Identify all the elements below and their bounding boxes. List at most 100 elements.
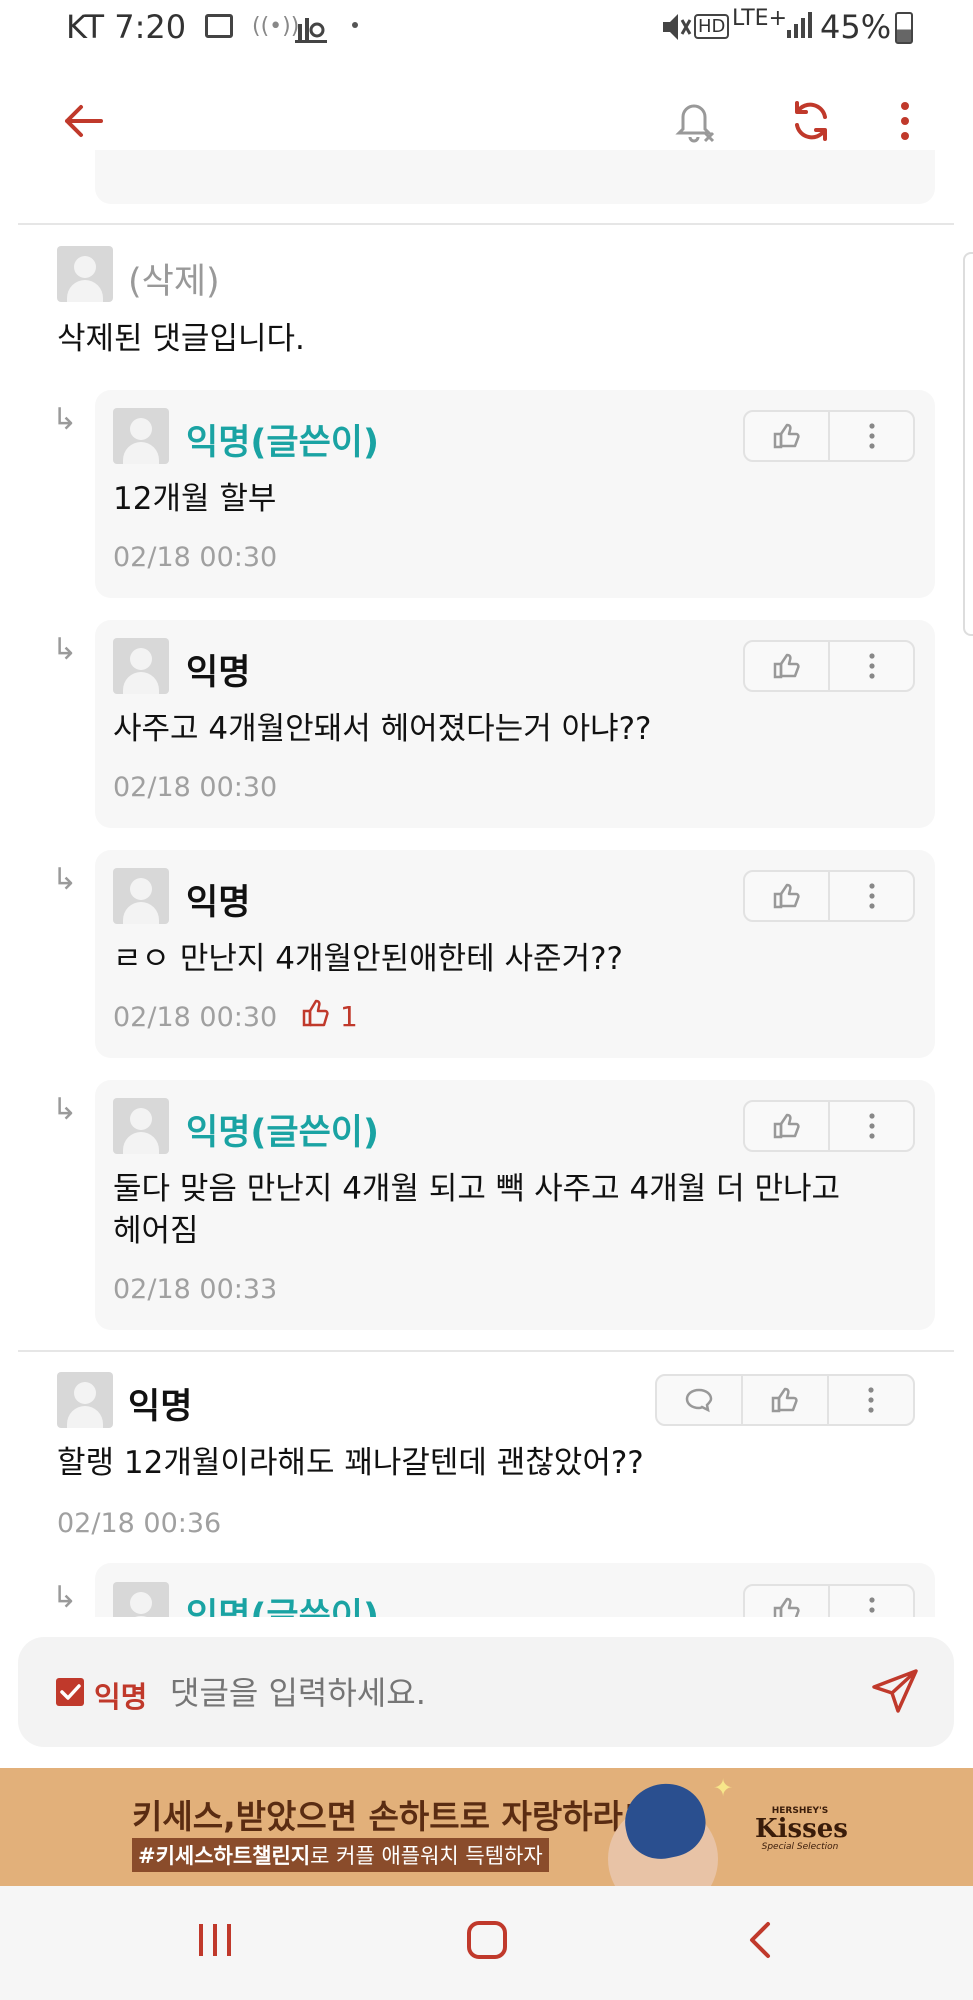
thumbs-up-icon [773, 1597, 800, 1617]
thumbs-up-icon [773, 1113, 800, 1139]
comment-input-bar: 익명 [18, 1637, 954, 1747]
reply-more-button[interactable] [828, 872, 913, 920]
avatar [113, 1582, 169, 1617]
reply-text: 사주고 4개월안돼서 헤어졌다는거 아냐?? [113, 711, 652, 747]
divider [18, 223, 954, 225]
network-type: LTE+ [732, 6, 787, 31]
previous-reply-card [95, 150, 935, 204]
comment-time: 02/18 00:36 [57, 1508, 222, 1539]
divider [18, 1350, 954, 1352]
thumbs-up-icon [773, 883, 800, 909]
more-vertical-icon [868, 1387, 874, 1413]
reply-text-line-1: 둘다 맞음 만난지 4개월 되고 빽 사주고 4개월 더 만나고 [113, 1171, 841, 1207]
home-button[interactable] [466, 1920, 508, 1964]
refresh-icon [795, 101, 827, 141]
reply-actions [743, 1584, 915, 1617]
kisses-logo: HERSHEY'S Kisses Special Selection [755, 1806, 848, 1852]
reply-author: 익명 [186, 653, 251, 693]
anonymous-checkbox[interactable] [56, 1678, 84, 1706]
reply-text: 12개월 할부 [113, 481, 277, 517]
reply-time: 02/18 00:30 [113, 772, 278, 803]
reply-arrow-icon: ↳ [52, 862, 78, 897]
reply-more-button[interactable] [828, 412, 913, 460]
reply-arrow-icon: ↳ [52, 402, 78, 437]
thumbs-up-icon [773, 423, 800, 449]
more-vertical-icon [901, 102, 909, 140]
reply-arrow-icon: ↳ [52, 1092, 78, 1127]
partial-reply: ↳ 익명(글쓴이) [0, 1560, 973, 1617]
more-vertical-icon [868, 1113, 875, 1139]
like-button[interactable] [745, 412, 828, 460]
more-vertical-icon [868, 653, 875, 679]
reply-author: 익명(글쓴이) [186, 423, 379, 463]
thumbs-up-icon [773, 653, 800, 679]
more-options-button[interactable] [870, 86, 940, 156]
dot-icon [352, 22, 358, 28]
anonymous-label: 익명 [94, 1680, 148, 1714]
reply-more-button[interactable] [828, 1586, 913, 1617]
signal-icon [785, 10, 813, 48]
liked-thumbs-up-icon [302, 998, 332, 1032]
wifi-scan-icon: ((•)) [252, 14, 300, 39]
chart-search-icon [295, 12, 327, 43]
recent-apps-button[interactable] [196, 1922, 234, 1962]
like-button[interactable] [745, 1102, 828, 1150]
thumbs-up-icon [771, 1387, 798, 1413]
reply-author: 익명(글쓴이) [186, 1597, 379, 1617]
reply-author: 익명 [186, 883, 251, 923]
back-nav-button[interactable] [746, 1920, 774, 1964]
send-button[interactable] [870, 1667, 920, 1719]
status-bar: KT 7:20 ((•)) HD LTE+ 45% [0, 0, 973, 60]
like-button[interactable] [745, 642, 828, 690]
battery-icon [895, 12, 913, 44]
notification-toggle-button[interactable] [660, 86, 730, 156]
comment-input[interactable] [168, 1667, 732, 1719]
reply-more-button[interactable] [828, 1102, 913, 1150]
scrollbar[interactable] [963, 252, 973, 636]
like-button[interactable] [741, 1376, 827, 1424]
chevron-left-icon [750, 1922, 770, 1958]
reply-time: 02/18 00:33 [113, 1274, 278, 1305]
reply-text-line-2: 헤어짐 [113, 1213, 199, 1249]
more-vertical-icon [868, 423, 875, 449]
like-button[interactable] [745, 1586, 828, 1617]
avatar [113, 638, 169, 694]
comment-text: 삭제된 댓글입니다. [57, 321, 305, 357]
comment-more-button[interactable] [827, 1376, 913, 1424]
reply-button[interactable] [657, 1376, 741, 1424]
reply-actions [743, 870, 915, 922]
comment-author: (삭제) [128, 262, 220, 302]
comment-text: 할랭 12개월이라해도 꽤나갈텐데 괜찮았어?? [57, 1445, 644, 1481]
more-vertical-icon [868, 1597, 875, 1613]
send-icon [872, 1669, 918, 1713]
refresh-button[interactable] [776, 86, 846, 156]
sparkle-icon: ✦ [713, 1774, 734, 1802]
arrow-left-icon [65, 105, 103, 137]
reply-time: 02/18 00:30 [113, 1002, 278, 1033]
bell-off-icon [675, 104, 715, 143]
image-icon [205, 14, 233, 38]
reply-actions [743, 640, 915, 692]
reply-more-button[interactable] [828, 642, 913, 690]
reply-actions [743, 1100, 915, 1152]
ad-subline-box: #키세스하트챌린지 로 커플 애플워치 득템하자 [132, 1838, 549, 1872]
reply-time: 02/18 00:30 [113, 542, 278, 573]
comment-actions [655, 1374, 915, 1426]
avatar [57, 246, 113, 302]
avatar [113, 868, 169, 924]
status-time: KT 7:20 [66, 8, 187, 46]
battery-level: 45% [820, 8, 892, 46]
hd-icon: HD [694, 14, 730, 39]
ad-hashtag: #키세스하트챌린지 [138, 1844, 311, 1868]
system-navigation-bar [0, 1886, 973, 2000]
ad-headline: 키세스,받았으면 손하트로 자랑하라! [132, 1797, 638, 1836]
avatar [113, 1098, 169, 1154]
reply-author: 익명(글쓴이) [186, 1113, 379, 1153]
ad-banner[interactable]: 키세스,받았으면 손하트로 자랑하라! #키세스하트챌린지 로 커플 애플워치 … [0, 1768, 973, 1886]
back-button[interactable] [48, 86, 118, 156]
avatar [57, 1372, 113, 1428]
ad-subline: 로 커플 애플워치 득템하자 [310, 1844, 543, 1868]
like-button[interactable] [745, 872, 828, 920]
more-vertical-icon [868, 883, 875, 909]
recent-apps-icon [199, 1924, 231, 1956]
